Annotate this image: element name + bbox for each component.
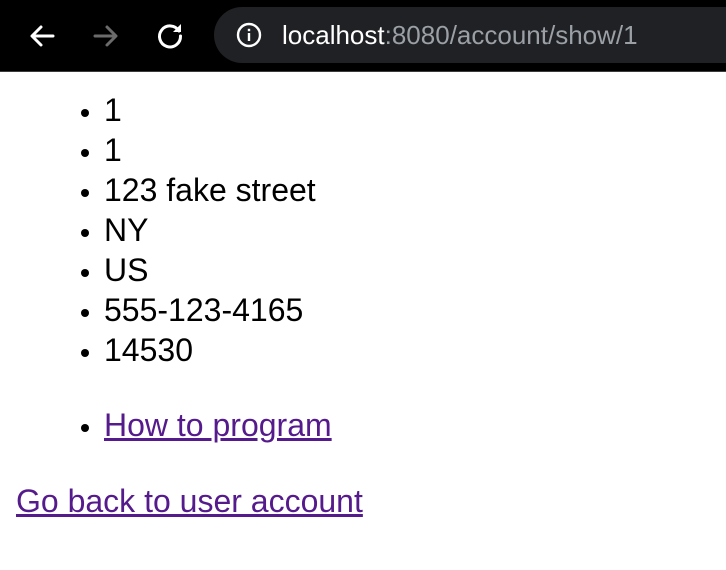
detail-item-street: 123 fake street bbox=[104, 170, 726, 210]
url-path: :8080/account/show/1 bbox=[384, 20, 638, 50]
detail-item-1: 1 bbox=[104, 90, 726, 130]
back-button[interactable] bbox=[20, 14, 64, 58]
browser-toolbar: localhost:8080/account/show/1 bbox=[0, 0, 726, 72]
url-text[interactable]: localhost:8080/account/show/1 bbox=[282, 19, 638, 51]
detail-item-state: NY bbox=[104, 210, 726, 250]
arrow-left-icon bbox=[30, 25, 55, 47]
detail-item-country: US bbox=[104, 250, 726, 290]
links-list: How to program bbox=[0, 405, 726, 445]
url-host: localhost bbox=[282, 20, 385, 50]
reload-button[interactable] bbox=[148, 14, 192, 58]
info-icon[interactable] bbox=[236, 22, 262, 48]
reload-icon bbox=[158, 24, 183, 49]
detail-item-phone: 555-123-4165 bbox=[104, 290, 726, 330]
account-details-list: 1 1 123 fake street NY US 555-123-4165 1… bbox=[0, 90, 726, 370]
back-to-account-link[interactable]: Go back to user account bbox=[16, 481, 363, 521]
how-to-program-link[interactable]: How to program bbox=[104, 407, 332, 443]
detail-item-zip: 14530 bbox=[104, 330, 726, 370]
forward-button[interactable] bbox=[84, 14, 128, 58]
address-bar[interactable]: localhost:8080/account/show/1 bbox=[214, 7, 726, 63]
list-item: How to program bbox=[104, 405, 726, 445]
arrow-right-icon bbox=[93, 25, 118, 47]
page-content: 1 1 123 fake street NY US 555-123-4165 1… bbox=[0, 72, 726, 519]
detail-item-2: 1 bbox=[104, 130, 726, 170]
